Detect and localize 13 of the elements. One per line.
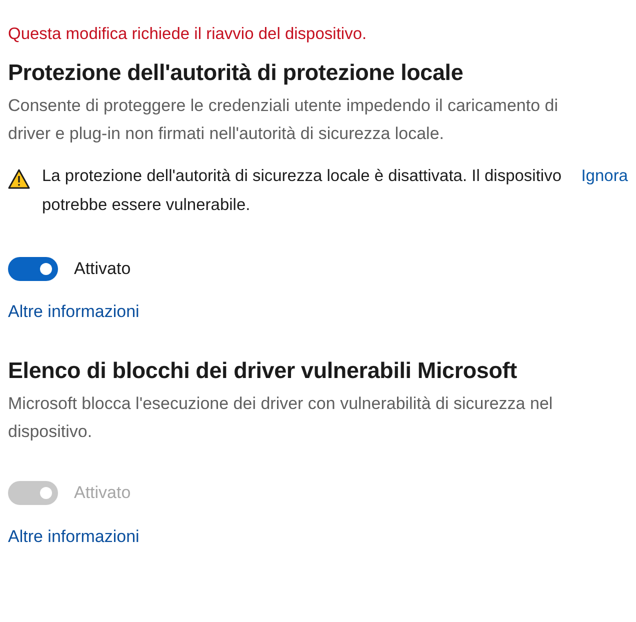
toggle-switch[interactable] [8,256,58,280]
section-title: Elenco di blocchi dei driver vulnerabili Microsoft [8,357,518,384]
section-title: Protezione dell'autorità di protezione locale [8,58,464,86]
toggle-label: Attivato [74,258,131,280]
warning-message: La protezione dell'autorità di sicurezza locale è disattivata. Il dispositivo potrebbe essere vulnerabile. [42,166,563,216]
ignore-link[interactable]: Ignora [581,162,628,191]
section-description: Consente di proteggere le credenziali utente impedendo il caricamento di driver e plug-in non firmati nell'autorità di sicurezza locale. [8,94,560,145]
toggle-label: Attivato [74,482,131,504]
more-info-link[interactable]: Altre informazioni [8,299,140,325]
warning-icon [8,168,30,189]
more-info-link[interactable]: Altre informazioni [8,524,140,550]
restart-notice: Questa modifica richiede il riavvio del dispositivo. [8,24,368,45]
section-description: Microsoft blocca l'esecuzione dei driver con vulnerabilità di sicurezza nel dispositivo. [8,393,554,444]
